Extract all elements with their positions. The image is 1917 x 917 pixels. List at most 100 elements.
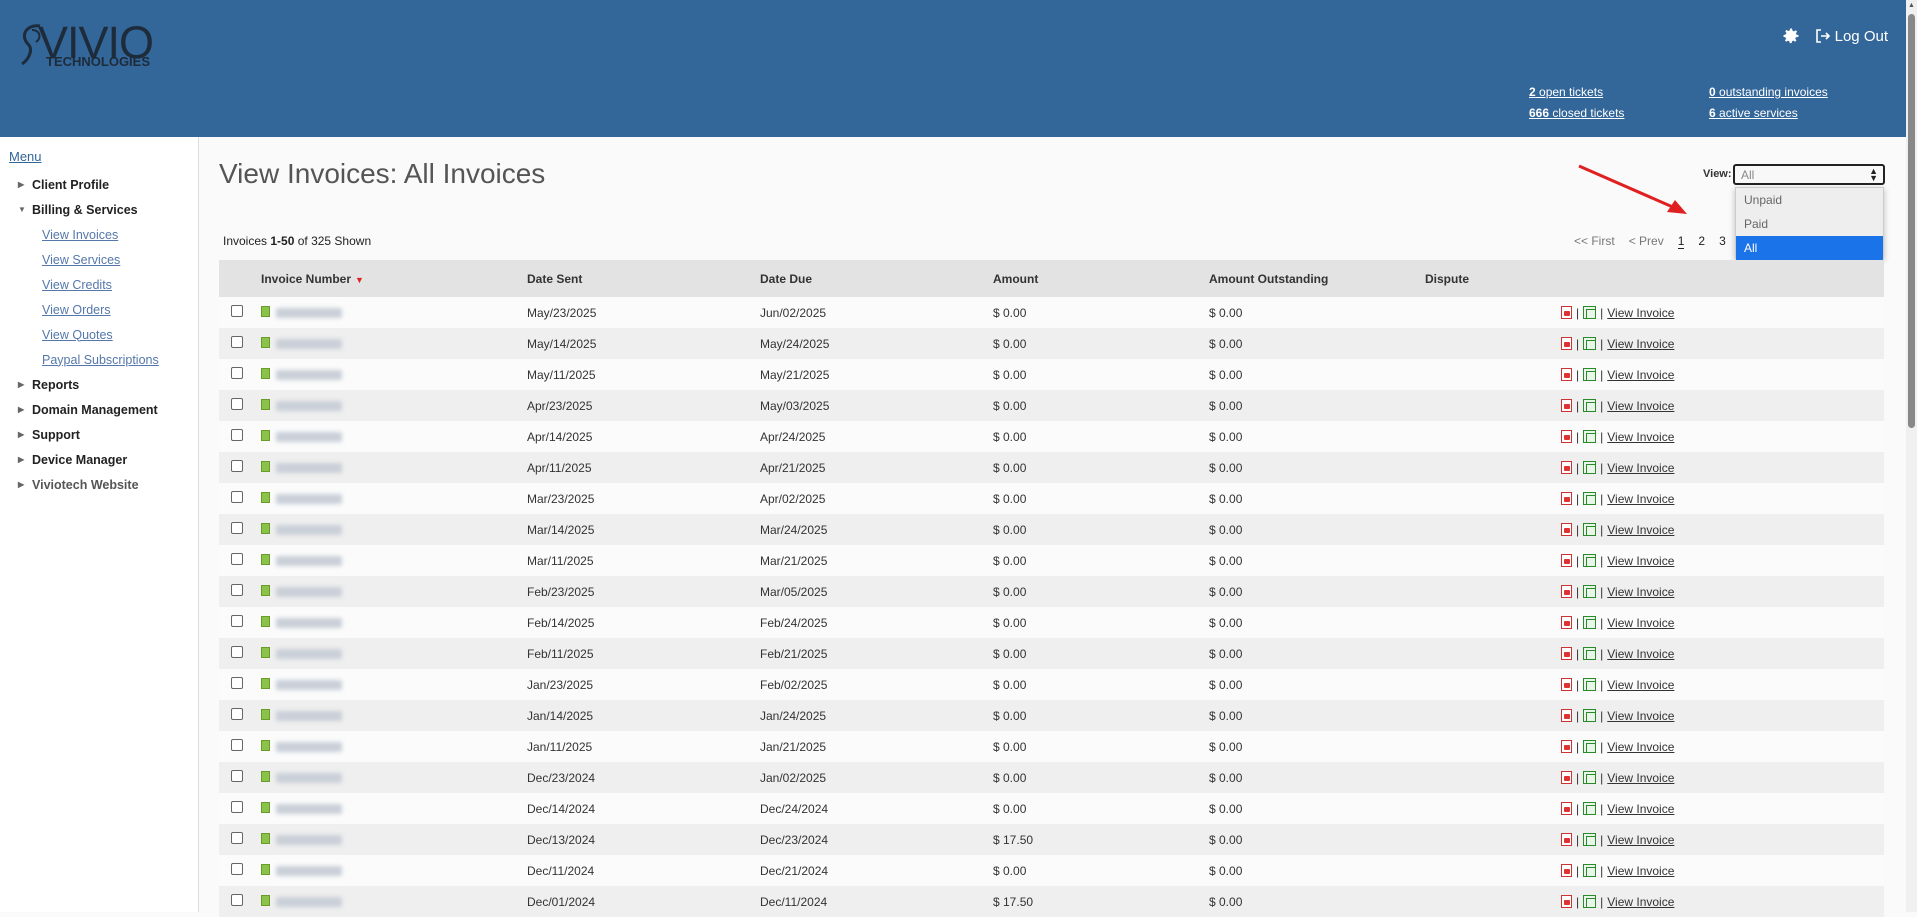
invoice-number-cell[interactable]	[261, 460, 342, 475]
excel-icon[interactable]	[1583, 647, 1597, 660]
view-option-all[interactable]: All	[1736, 236, 1883, 260]
col-dispute[interactable]: Dispute	[1425, 272, 1469, 286]
excel-icon[interactable]	[1583, 833, 1597, 846]
view-invoice-link[interactable]: View Invoice	[1607, 492, 1674, 506]
row-checkbox[interactable]	[231, 429, 243, 444]
row-checkbox[interactable]	[231, 491, 243, 506]
row-checkbox[interactable]	[231, 367, 243, 382]
active-services-link[interactable]: 6 active services	[1709, 106, 1798, 120]
invoice-number-cell[interactable]	[261, 553, 342, 568]
sidebar-item-device-manager[interactable]: ▶ Device Manager	[18, 447, 198, 472]
invoice-number-cell[interactable]	[261, 646, 342, 661]
excel-icon[interactable]	[1583, 740, 1597, 753]
excel-icon[interactable]	[1583, 461, 1597, 474]
row-checkbox[interactable]	[231, 398, 243, 413]
excel-icon[interactable]	[1583, 399, 1597, 412]
sidebar-item-viviotech-website[interactable]: ▶ Viviotech Website	[18, 472, 198, 497]
row-checkbox[interactable]	[231, 553, 243, 568]
pdf-icon[interactable]	[1561, 895, 1572, 908]
col-amount-outstanding[interactable]: Amount Outstanding	[1209, 272, 1328, 286]
invoice-number-cell[interactable]	[261, 739, 342, 754]
pager-page-3[interactable]: 3	[1719, 234, 1726, 249]
invoice-number-cell[interactable]	[261, 894, 342, 909]
pdf-icon[interactable]	[1561, 864, 1572, 877]
view-invoice-link[interactable]: View Invoice	[1607, 647, 1674, 661]
row-checkbox[interactable]	[231, 801, 243, 816]
invoice-number-cell[interactable]	[261, 677, 342, 692]
view-invoice-link[interactable]: View Invoice	[1607, 585, 1674, 599]
col-date-due[interactable]: Date Due	[760, 272, 812, 286]
invoice-number-cell[interactable]	[261, 584, 342, 599]
excel-icon[interactable]	[1583, 492, 1597, 505]
invoice-number-cell[interactable]	[261, 336, 342, 351]
pager-first[interactable]: << First	[1574, 234, 1615, 249]
pager-page-2[interactable]: 2	[1698, 234, 1705, 249]
view-invoice-link[interactable]: View Invoice	[1607, 895, 1674, 909]
view-invoice-link[interactable]: View Invoice	[1607, 802, 1674, 816]
sidebar-item-reports[interactable]: ▶ Reports	[18, 372, 198, 397]
pdf-icon[interactable]	[1561, 740, 1572, 753]
view-invoice-link[interactable]: View Invoice	[1607, 709, 1674, 723]
invoice-number-cell[interactable]	[261, 429, 342, 444]
view-invoice-link[interactable]: View Invoice	[1607, 740, 1674, 754]
row-checkbox[interactable]	[231, 770, 243, 785]
col-date-sent[interactable]: Date Sent	[527, 272, 582, 286]
sidebar-item-client-profile[interactable]: ▶ Client Profile	[18, 172, 198, 197]
view-invoice-link[interactable]: View Invoice	[1607, 523, 1674, 537]
view-option-unpaid[interactable]: Unpaid	[1736, 188, 1883, 212]
view-filter-select[interactable]: All ▲ ▼	[1733, 164, 1885, 185]
row-checkbox[interactable]	[231, 305, 243, 320]
gear-icon[interactable]	[1781, 26, 1801, 46]
pdf-icon[interactable]	[1561, 647, 1572, 660]
sidebar-link-view-invoices[interactable]: View Invoices	[42, 222, 198, 247]
pdf-icon[interactable]	[1561, 678, 1572, 691]
excel-icon[interactable]	[1583, 895, 1597, 908]
view-invoice-link[interactable]: View Invoice	[1607, 368, 1674, 382]
pdf-icon[interactable]	[1561, 306, 1572, 319]
row-checkbox[interactable]	[231, 832, 243, 847]
pdf-icon[interactable]	[1561, 802, 1572, 815]
pdf-icon[interactable]	[1561, 368, 1572, 381]
excel-icon[interactable]	[1583, 709, 1597, 722]
view-invoice-link[interactable]: View Invoice	[1607, 337, 1674, 351]
view-invoice-link[interactable]: View Invoice	[1607, 771, 1674, 785]
excel-icon[interactable]	[1583, 554, 1597, 567]
row-checkbox[interactable]	[231, 677, 243, 692]
scrollbar-thumb[interactable]	[1908, 14, 1915, 428]
excel-icon[interactable]	[1583, 430, 1597, 443]
excel-icon[interactable]	[1583, 771, 1597, 784]
page-scrollbar[interactable]: ▲	[1906, 0, 1917, 912]
pdf-icon[interactable]	[1561, 585, 1572, 598]
sidebar-item-billing-services[interactable]: ▼ Billing & Services	[18, 197, 198, 222]
row-checkbox[interactable]	[231, 460, 243, 475]
pdf-icon[interactable]	[1561, 461, 1572, 474]
view-invoice-link[interactable]: View Invoice	[1607, 399, 1674, 413]
pdf-icon[interactable]	[1561, 492, 1572, 505]
invoice-number-cell[interactable]	[261, 770, 342, 785]
invoice-number-cell[interactable]	[261, 615, 342, 630]
row-checkbox[interactable]	[231, 584, 243, 599]
col-invoice-number[interactable]: Invoice Number ▼	[261, 272, 364, 286]
invoice-number-cell[interactable]	[261, 398, 342, 413]
excel-icon[interactable]	[1583, 802, 1597, 815]
invoice-number-cell[interactable]	[261, 801, 342, 816]
outstanding-invoices-link[interactable]: 0 outstanding invoices	[1709, 85, 1828, 99]
pdf-icon[interactable]	[1561, 337, 1572, 350]
invoice-number-cell[interactable]	[261, 832, 342, 847]
logout-button[interactable]: Log Out	[1815, 28, 1888, 45]
view-invoice-link[interactable]: View Invoice	[1607, 833, 1674, 847]
view-invoice-link[interactable]: View Invoice	[1607, 864, 1674, 878]
vivio-logo[interactable]: VIVIO TECHNOLOGIES	[18, 20, 154, 70]
invoice-number-cell[interactable]	[261, 491, 342, 506]
row-checkbox[interactable]	[231, 863, 243, 878]
view-invoice-link[interactable]: View Invoice	[1607, 430, 1674, 444]
row-checkbox[interactable]	[231, 336, 243, 351]
excel-icon[interactable]	[1583, 306, 1597, 319]
row-checkbox[interactable]	[231, 522, 243, 537]
pdf-icon[interactable]	[1561, 709, 1572, 722]
sidebar-link-view-services[interactable]: View Services	[42, 247, 198, 272]
excel-icon[interactable]	[1583, 368, 1597, 381]
scroll-up-icon[interactable]: ▲	[1908, 2, 1915, 9]
sidebar-item-domain-management[interactable]: ▶ Domain Management	[18, 397, 198, 422]
invoice-number-cell[interactable]	[261, 305, 342, 320]
